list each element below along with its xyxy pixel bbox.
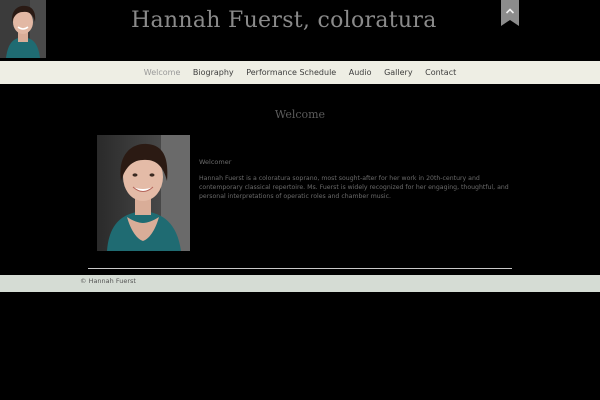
welcome-content: Welcomer Hannah Fuerst is a coloratura s… <box>199 158 509 201</box>
site-header: Hannah Fuerst, coloratura <box>0 0 600 61</box>
page-title: Welcome <box>274 108 326 121</box>
welcome-greeting: Welcomer <box>199 158 232 166</box>
main-navigation: Welcome Biography Performance Schedule A… <box>0 61 600 84</box>
header-portrait-thumbnail[interactable] <box>0 0 46 58</box>
site-footer: © Hannah Fuerst <box>0 275 600 292</box>
bio-paragraph: Hannah Fuerst is a coloratura soprano, m… <box>199 175 509 200</box>
site-title[interactable]: Hannah Fuerst, coloratura <box>131 8 437 33</box>
nav-item-performance-schedule[interactable]: Performance Schedule <box>246 61 336 84</box>
back-to-top-button[interactable] <box>501 0 519 26</box>
chevron-up-icon <box>501 0 519 26</box>
nav-item-biography[interactable]: Biography <box>193 61 234 84</box>
copyright-text: © Hannah Fuerst <box>80 277 136 285</box>
main-portrait-image <box>97 135 190 251</box>
nav-item-gallery[interactable]: Gallery <box>384 61 413 84</box>
content-divider <box>88 268 512 269</box>
nav-item-audio[interactable]: Audio <box>349 61 372 84</box>
nav-item-contact[interactable]: Contact <box>425 61 456 84</box>
nav-item-welcome[interactable]: Welcome <box>144 61 181 84</box>
